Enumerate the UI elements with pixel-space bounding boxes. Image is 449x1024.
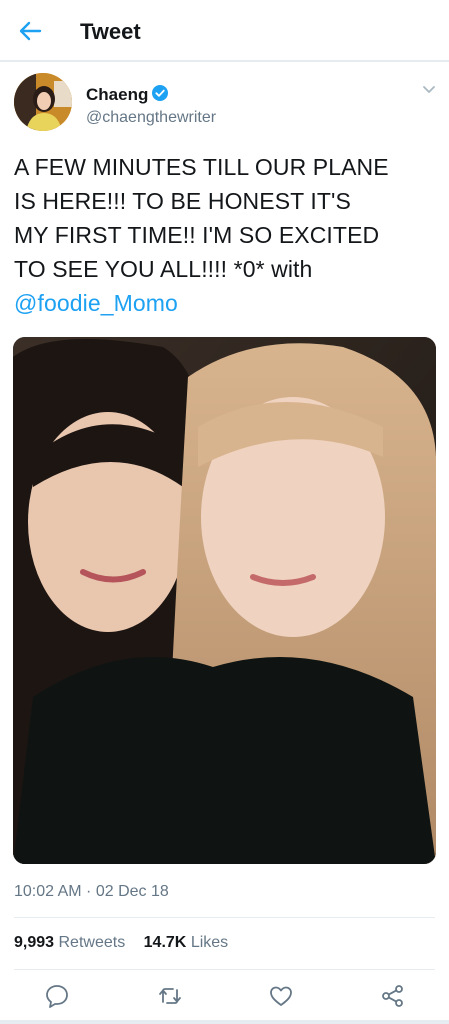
- photo-image: [13, 337, 436, 864]
- like-icon[interactable]: [268, 983, 294, 1009]
- tweet-timestamp: 10:02 AM · 02 Dec 18: [14, 883, 169, 900]
- bottom-divider: [0, 1020, 449, 1024]
- mention-link[interactable]: @foodie_Momo: [14, 286, 439, 320]
- avatar-image: [14, 73, 72, 131]
- verified-badge-icon: [152, 85, 168, 101]
- tweet-text-line: IS HERE!!! TO BE HONEST IT'S: [14, 188, 351, 214]
- user-handle[interactable]: @chaengthewriter: [86, 109, 216, 127]
- chevron-down-icon[interactable]: [422, 85, 436, 95]
- action-bar: [0, 975, 449, 1020]
- display-name[interactable]: Chaeng: [86, 85, 148, 105]
- tweet-photo[interactable]: [13, 337, 436, 864]
- page-title: Tweet: [80, 19, 141, 44]
- divider: [14, 917, 435, 918]
- tweet-text-line: TO SEE YOU ALL!!!! *0* with: [14, 256, 313, 282]
- top-bar: Tweet: [0, 0, 449, 62]
- retweets-count: 9,993: [14, 934, 55, 951]
- tweet-author[interactable]: Chaeng @chaengthewriter: [14, 73, 436, 133]
- retweets-label: Retweets: [58, 934, 126, 951]
- likes-count: 14.7K: [143, 934, 187, 951]
- likes-stat[interactable]: 14.7K Likes: [144, 934, 229, 951]
- divider: [14, 969, 435, 970]
- avatar[interactable]: [14, 73, 72, 131]
- retweets-stat[interactable]: 9,993 Retweets: [14, 934, 125, 951]
- share-icon[interactable]: [380, 983, 406, 1009]
- tweet-stats: 9,993 Retweets 14.7K Likes: [14, 934, 242, 952]
- reply-icon[interactable]: [44, 983, 70, 1009]
- tweet-text-line: A FEW MINUTES TILL OUR PLANE: [14, 154, 389, 180]
- tweet-text: A FEW MINUTES TILL OUR PLANE IS HERE!!! …: [14, 150, 439, 320]
- back-arrow-icon[interactable]: [18, 20, 42, 42]
- likes-label: Likes: [190, 934, 229, 951]
- retweet-icon[interactable]: [157, 983, 183, 1009]
- tweet-text-line: MY FIRST TIME!! I'M SO EXCITED: [14, 222, 380, 248]
